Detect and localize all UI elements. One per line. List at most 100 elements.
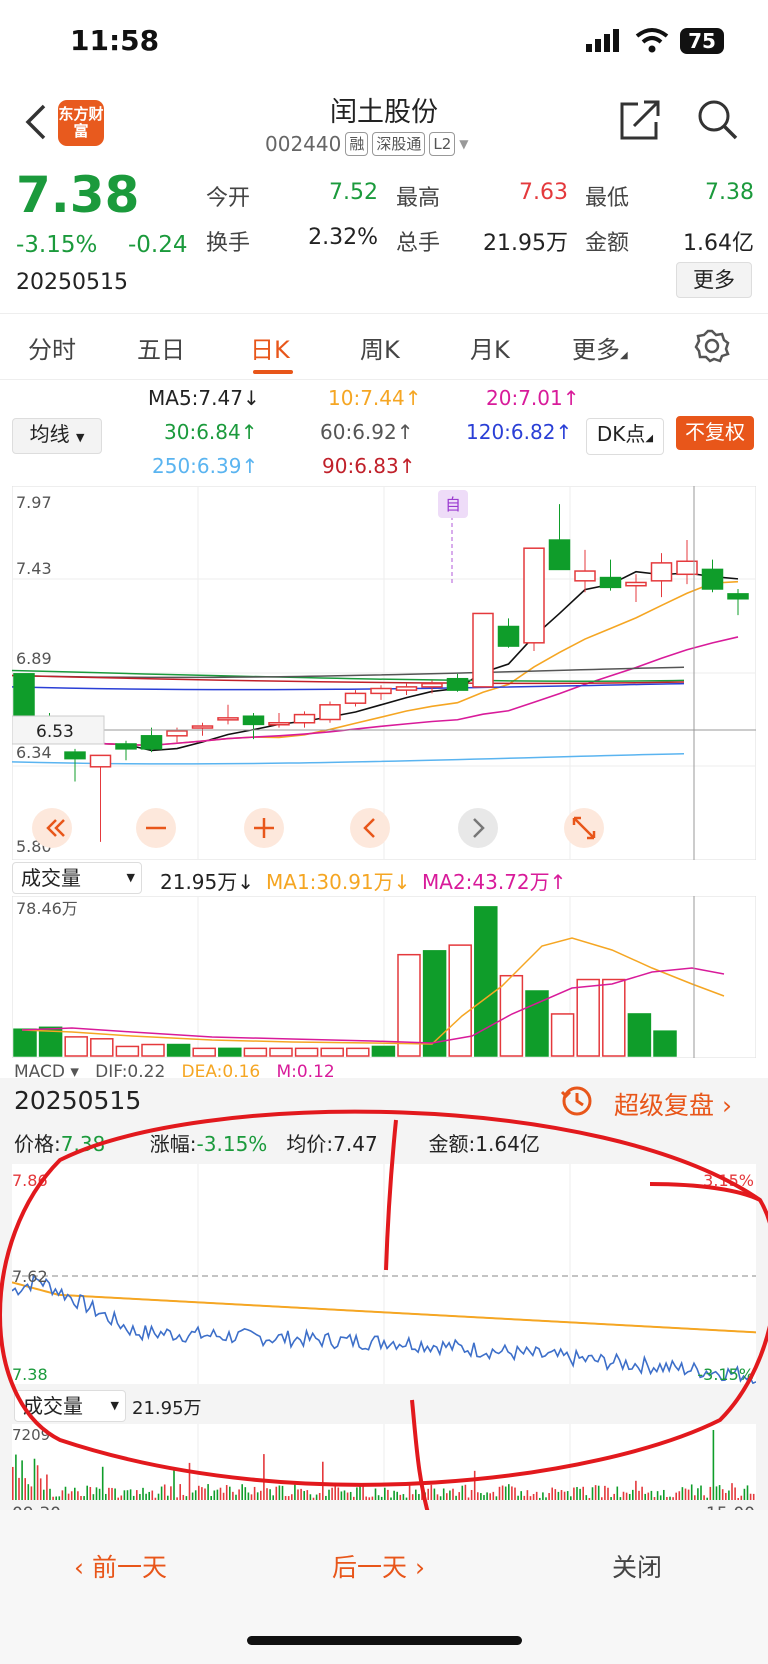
volume-bar (218, 1047, 242, 1057)
tab-more[interactable]: 更多◢ (572, 330, 628, 365)
candle-body (446, 677, 469, 691)
marker-text: 自 (445, 495, 461, 514)
y-label: 6.89 (16, 649, 52, 668)
status-bar: 11:58 75 (0, 0, 768, 80)
wifi-icon (635, 28, 669, 53)
quote-date: 20250515 (16, 270, 128, 295)
chevron-right-icon[interactable] (458, 808, 498, 848)
home-indicator (247, 1636, 522, 1645)
volume-bar (371, 1045, 396, 1057)
dropdown-icon: ▼ (459, 137, 469, 151)
volume-bar (627, 1013, 652, 1057)
candle-body (319, 704, 341, 721)
candle-body (574, 570, 596, 582)
tab-daily-k[interactable]: 日K (250, 330, 290, 365)
volume-bar (166, 1043, 191, 1057)
ma-item: 60:6.92↑ (320, 420, 414, 444)
volume-selector-label: 成交量 (21, 866, 81, 890)
signal-icon (586, 29, 619, 52)
change-percent: -3.15% (16, 232, 98, 258)
candle-body (421, 682, 443, 688)
y-label: 7.43 (16, 559, 52, 578)
close-button[interactable]: 关闭 (612, 1548, 662, 1584)
candle-body (89, 754, 112, 768)
prev-day-button[interactable]: ‹ 前一天 (74, 1548, 167, 1584)
y-label: 7.97 (16, 493, 52, 512)
volume-bar (474, 906, 498, 1057)
minus-icon[interactable] (136, 808, 176, 848)
volume-chart[interactable]: 78.46万 (12, 896, 756, 1058)
candle-body (217, 717, 239, 721)
more-quote-button[interactable]: 更多 (676, 262, 752, 298)
candle-body (293, 713, 316, 724)
tab-5day[interactable]: 五日 (137, 330, 185, 365)
volume-value: 21.95万↓ (160, 870, 255, 894)
adjust-button[interactable]: 不复权 (676, 416, 754, 450)
dk-point-button[interactable]: DK点◢ (586, 418, 664, 455)
volume-ma2: MA2:43.72万↑ (422, 870, 567, 894)
ma-item: 10:7.44↑ (328, 386, 422, 410)
kline-chart[interactable]: 自 7.97 7.43 6.89 6.34 5.80 6.53 (12, 486, 756, 860)
candle-body (64, 751, 86, 760)
change-amount: -0.24 (128, 232, 188, 258)
candle-body (548, 539, 571, 571)
next-day-button[interactable]: 后一天 › (332, 1548, 425, 1584)
field-label: 最低 (585, 186, 630, 211)
last-price: 7.38 (16, 166, 140, 224)
y-label: 6.34 (16, 743, 52, 762)
search-icon[interactable] (696, 98, 740, 142)
expand-icon[interactable] (564, 808, 604, 848)
field-label: 金额 (585, 231, 630, 256)
stock-code: 002440 (265, 132, 342, 156)
tab-intraday[interactable]: 分时 (28, 330, 76, 365)
field-value: 7.38 (705, 180, 754, 205)
dk-point-label: DK点 (596, 422, 646, 446)
tag-margin: 融 (345, 132, 369, 156)
ma-item: 20:7.01↑ (486, 386, 580, 410)
volume-bar (13, 1028, 37, 1057)
stock-code-row[interactable]: 002440 融 深股通 L2 ▼ (265, 132, 469, 156)
volume-ma1: MA1:30.91万↓ (266, 870, 411, 894)
chevron-left-icon[interactable] (350, 808, 390, 848)
volume-bar (653, 1030, 677, 1057)
settings-icon[interactable] (694, 328, 730, 364)
field-value: 7.52 (329, 180, 378, 205)
tag-l2: L2 (429, 132, 456, 156)
double-left-icon[interactable] (32, 808, 72, 848)
candle-body (472, 612, 494, 688)
active-tab-indicator (253, 370, 293, 374)
volume-bar (397, 953, 421, 1057)
volume-bar (550, 1013, 575, 1057)
field-label: 换手 (206, 231, 251, 256)
field-value: 2.32% (308, 225, 378, 250)
volume-bar (499, 974, 524, 1057)
volume-selector[interactable]: 成交量 ▼ (12, 862, 142, 894)
tab-more-label: 更多 (572, 336, 620, 364)
candle-body (523, 547, 545, 644)
candle-body (242, 715, 265, 726)
volume-bar (320, 1047, 344, 1057)
candle-body (115, 743, 137, 750)
candle-body (140, 735, 163, 750)
indicator-selector[interactable]: 均线 ▼ (12, 418, 102, 454)
ma-item: 90:6.83↑ (322, 454, 416, 478)
candle-body (650, 562, 673, 582)
plus-icon[interactable] (244, 808, 284, 848)
candle-body (625, 581, 647, 587)
field-value: 21.95万 (483, 231, 568, 256)
ma-item: 120:6.82↑ (466, 420, 573, 444)
ma-item: MA5:7.47↓ (148, 386, 260, 410)
field-label: 总手 (396, 231, 441, 256)
share-icon[interactable] (618, 98, 662, 142)
candle-body (395, 686, 418, 691)
cursor-price: 6.53 (36, 722, 74, 742)
ma-item: 250:6.39↑ (152, 454, 259, 478)
candle-body (166, 730, 188, 737)
field-label: 最高 (396, 186, 441, 211)
tab-monthly-k[interactable]: 月K (470, 330, 510, 365)
tag-connect: 深股通 (372, 132, 426, 156)
tab-weekly-k[interactable]: 周K (360, 330, 400, 365)
indicator-selector-label: 均线 (29, 422, 70, 446)
red-annotation (0, 1109, 768, 1520)
candle-body (370, 687, 392, 695)
